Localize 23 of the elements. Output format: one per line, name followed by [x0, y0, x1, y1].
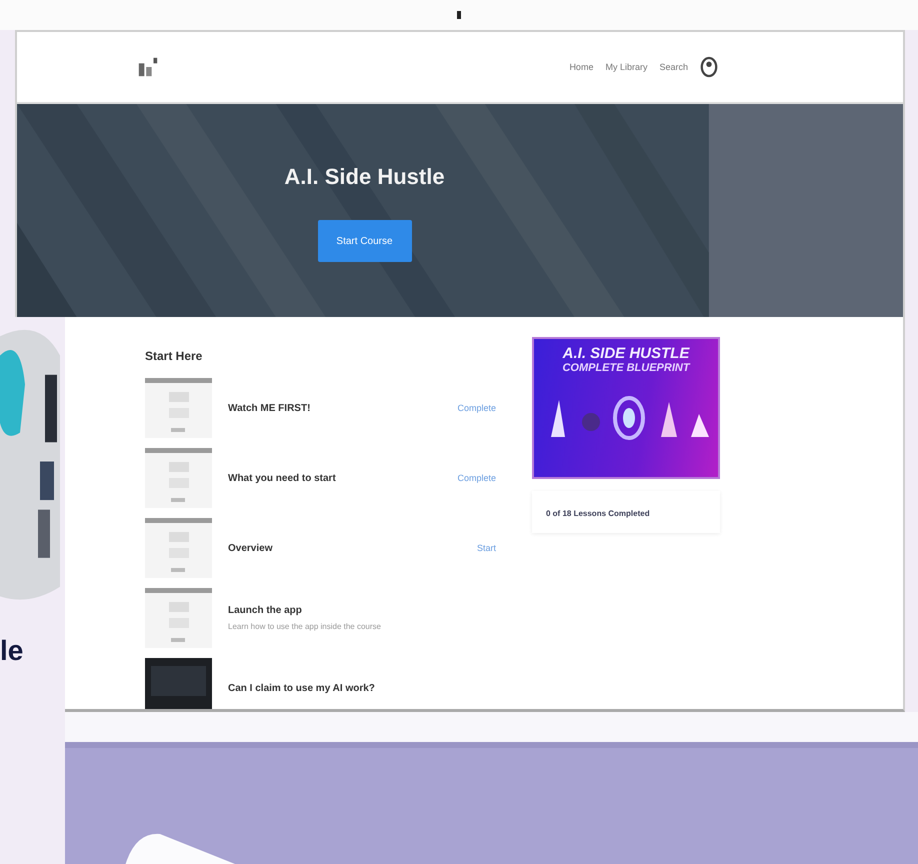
lesson-status-link[interactable]: Complete: [457, 403, 510, 413]
lesson-status-link[interactable]: Complete: [457, 473, 510, 483]
lesson-title[interactable]: Can I claim to use my AI work?: [228, 682, 510, 694]
lesson-thumbnail[interactable]: [145, 658, 212, 709]
cover-title: A.I. SIDE HUSTLE: [562, 345, 690, 362]
lesson-thumbnail[interactable]: [145, 378, 212, 438]
nav-link[interactable]: Home: [569, 62, 594, 72]
progress-text: 0 of 18 Lessons Completed: [546, 509, 650, 518]
logo-icon[interactable]: [137, 56, 159, 78]
nav-link[interactable]: My Library: [605, 62, 648, 72]
lesson-title[interactable]: Overview: [228, 542, 461, 554]
section-title: Start Here: [145, 349, 204, 363]
nav-link[interactable]: Search: [659, 62, 688, 72]
lesson-title[interactable]: Launch the app: [228, 605, 510, 616]
lesson-thumbnail[interactable]: [145, 518, 212, 578]
lesson-title[interactable]: What you need to start: [228, 472, 442, 484]
lesson-title[interactable]: Watch ME FIRST!: [228, 402, 442, 414]
cover-subtitle: COMPLETE BLUEPRINT: [562, 362, 690, 374]
lesson-thumbnail[interactable]: [145, 588, 212, 648]
avatar-icon[interactable]: [700, 56, 718, 78]
lesson-thumbnail[interactable]: [145, 448, 212, 508]
lesson-description: Learn how to use the app inside the course: [228, 622, 382, 631]
lesson-status-link[interactable]: Start: [476, 543, 510, 553]
